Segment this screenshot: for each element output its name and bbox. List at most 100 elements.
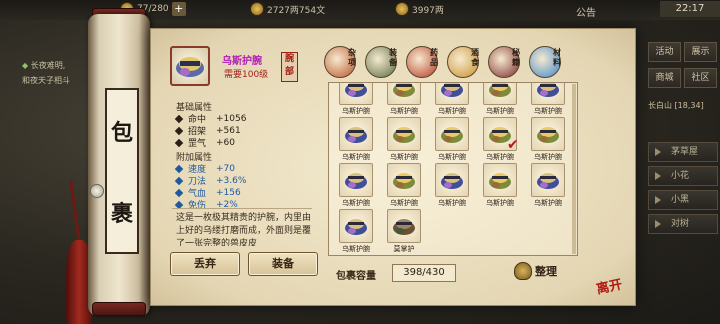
npc-entry-3[interactable]: 小黑 [648,190,718,210]
npc-name: 对树 [671,219,690,229]
npc-name: 茅草屋 [671,147,699,157]
stat-value: +561 [216,125,241,136]
diamond-icon [174,114,184,123]
triangle-icon [655,148,661,156]
bonus-stat-row: 免伤 +2% [174,198,238,211]
diamond-icon [174,188,184,197]
inventory-slot[interactable]: 乌斯护腕 [525,163,569,207]
gauntlet-icon [393,173,415,189]
gauntlet-icon [345,219,367,235]
npc-entry-2[interactable]: 小花 [648,166,718,186]
slot-item-name: 乌斯护腕 [534,199,562,207]
inventory-grid: 乌斯护腕 乌斯护腕 乌斯护腕 乌斯护腕 乌斯护腕 乌斯护腕 乌斯护腕 乌斯护腕 乌斯护腕 ✔ 乌斯护… [328,82,578,256]
slot-item-name: 乌斯护腕 [438,153,466,161]
gauntlet-icon [441,127,463,143]
triangle-icon [655,220,661,228]
base-stat-row: 罡气 +60 [174,136,236,149]
chat-line-1: 长夜难明, [30,61,66,70]
add-stamina-button[interactable]: + [171,2,186,16]
inventory-slot[interactable]: 乌斯护腕 [477,83,521,115]
gauntlet-icon [176,57,204,77]
inventory-slot[interactable]: 乌斯护腕 [333,163,377,207]
inventory-slot[interactable]: 乌斯护腕 [333,117,377,161]
slot-item-name: 乌斯护腕 [342,245,370,253]
notice-button[interactable]: 公告 [576,4,596,19]
stat-value: +60 [216,137,236,148]
slot-item-name: 莫掌护 [393,245,415,253]
slot-item-name: 乌斯护腕 [534,153,562,161]
category-tab-label: 秘籍 [512,48,520,67]
location-label: 长白山 [18,34] [648,101,704,110]
slot-item-name: 乌斯护腕 [390,107,418,115]
gauntlet-icon [345,173,367,189]
stat-label: 免伤 [188,201,207,211]
item-description[interactable]: 这是一枚极其精贵的护腕，内里由上好的乌缕打磨而成，外面则是覆了一张完整的兽皮皮 [176,212,312,246]
silver-resource: 3997两 [395,2,444,16]
activity-button[interactable]: 活动 [648,42,681,62]
inventory-slot[interactable]: 乌斯护腕 [525,117,569,161]
npc-entry-4[interactable]: 对树 [648,214,718,234]
category-tab-label: 酒食 [471,48,479,67]
gauntlet-icon [489,83,511,97]
stat-value: +3.6% [216,175,247,186]
inventory-slot[interactable]: 莫掌护 [381,209,425,253]
gauntlet-icon [393,127,415,143]
gauntlet-icon [345,127,367,143]
shop-button[interactable]: 商城 [648,68,681,88]
slot-item-name: 乌斯护腕 [342,199,370,207]
chat-preview[interactable]: ◆ 长夜难明, 和夜天子相斗 [22,58,70,88]
inventory-slot[interactable]: 乌斯护腕 [333,209,377,253]
item-name: 乌斯护腕 [222,56,262,67]
inventory-slot[interactable]: 乌斯护腕 [429,163,473,207]
gauntlet-icon [441,173,463,189]
discard-button[interactable]: 丢弃 [170,252,240,276]
inventory-slot[interactable]: 乌斯护腕 [333,83,377,115]
inventory-slot[interactable]: 乌斯护腕 [429,117,473,161]
inventory-slot[interactable]: 乌斯护腕 [381,117,425,161]
show-button[interactable]: 展示 [684,42,717,62]
inventory-slot[interactable]: 乌斯护腕 [477,163,521,207]
gauntlet-icon [393,83,415,97]
checkmark-icon: ✔ [507,137,519,153]
stat-value: +70 [216,163,236,174]
stat-value: +1056 [216,113,247,124]
category-tab-label: 装备 [389,48,397,67]
social-button[interactable]: 社区 [684,68,717,88]
inventory-slot[interactable]: 乌斯护腕 [429,83,473,115]
gauntlet-icon [537,127,559,143]
inventory-slot[interactable]: 乌斯护腕 [381,163,425,207]
clock: 22:17 [660,1,720,17]
gauntlet-icon [537,173,559,189]
diamond-icon [174,138,184,147]
slot-item-name: 乌斯护腕 [486,199,514,207]
npc-name: 小花 [671,171,690,181]
rod-cap-bottom [92,302,146,316]
slot-item-name: 乌斯护腕 [438,199,466,207]
sort-button[interactable]: 整理 [514,262,557,280]
gauntlet-icon [489,173,511,189]
stat-value: +156 [216,187,241,198]
sort-label: 整理 [535,265,557,278]
ingot-icon [395,2,409,16]
equip-button[interactable]: 装备 [248,252,318,276]
capacity-label: 包裹容量 [336,271,376,282]
inventory-slot[interactable]: 乌斯护腕 [381,83,425,115]
npc-entry-1[interactable]: 茅草屋 [648,142,718,162]
category-tab-label: 杂项 [348,48,356,67]
gauntlet-icon [537,83,559,97]
money-bag-icon [514,262,532,280]
slot-item-name: 乌斯护腕 [342,107,370,115]
silver-value: 3997两 [412,5,444,16]
category-tab-label: 药品 [430,48,438,67]
chat-line-2: 和夜天子相斗 [22,76,70,85]
inventory-slot[interactable]: 乌斯护腕 [525,83,569,115]
diamond-icon [174,176,184,185]
inventory-slot[interactable]: 乌斯护腕 ✔ [477,117,521,161]
slot-item-name: 乌斯护腕 [486,153,514,161]
gauntlet-icon [441,83,463,97]
grid-scrollbar[interactable] [572,84,576,254]
slot-item-name: 乌斯护腕 [390,153,418,161]
slot-item-name: 乌斯护腕 [390,199,418,207]
coin-icon [250,2,264,16]
copper-resource: 2727两754文 [250,2,325,16]
